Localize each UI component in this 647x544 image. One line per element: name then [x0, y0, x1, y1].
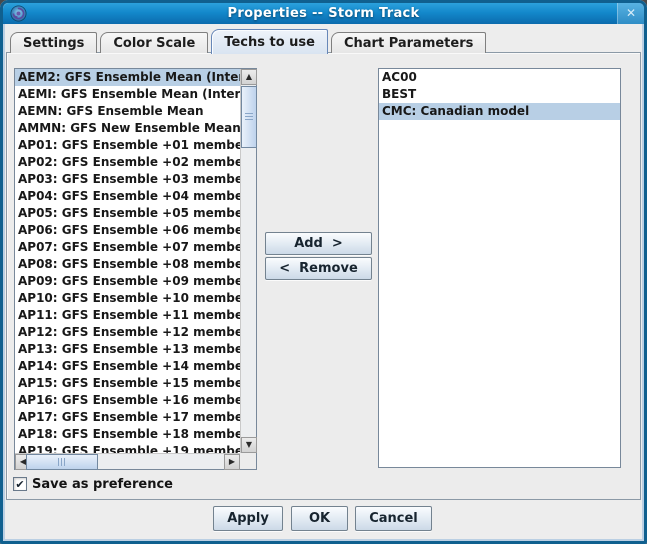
thumb-grip — [58, 458, 66, 466]
tab-chart-parameters[interactable]: Chart Parameters — [331, 32, 486, 53]
ok-button[interactable]: OK — [291, 506, 348, 531]
dont-use-list[interactable]: AEM2: GFS Ensemble Mean (InterpolAEMI: G… — [14, 68, 257, 470]
list-item[interactable]: AP09: GFS Ensemble +09 member — [15, 273, 240, 290]
close-icon[interactable]: ✕ — [617, 3, 644, 24]
remove-button[interactable]: < Remove — [265, 257, 372, 280]
scroll-down-icon[interactable]: ▼ — [241, 437, 257, 453]
vertical-scrollbar[interactable]: ▲ ▼ — [240, 69, 256, 453]
list-item[interactable]: AP01: GFS Ensemble +01 member — [15, 137, 240, 154]
properties-dialog: Properties -- Storm Track ✕ SettingsColo… — [0, 0, 647, 544]
tab-settings[interactable]: Settings — [10, 32, 97, 53]
save-preference-label: Save as preference — [32, 477, 173, 492]
list-item[interactable]: AP03: GFS Ensemble +03 member — [15, 171, 240, 188]
list-item[interactable]: AP06: GFS Ensemble +06 member — [15, 222, 240, 239]
dont-use-list-viewport: AEM2: GFS Ensemble Mean (InterpolAEMI: G… — [15, 69, 240, 453]
check-icon: ✔ — [15, 478, 24, 491]
list-item[interactable]: CMC: Canadian model — [379, 103, 620, 120]
list-item[interactable]: AP18: GFS Ensemble +18 member — [15, 426, 240, 443]
cancel-button[interactable]: Cancel — [355, 506, 432, 531]
list-item[interactable]: AEMN: GFS Ensemble Mean — [15, 103, 240, 120]
list-item[interactable]: AP04: GFS Ensemble +04 member — [15, 188, 240, 205]
list-item[interactable]: AP10: GFS Ensemble +10 member — [15, 290, 240, 307]
horizontal-scrollbar[interactable]: ◀ ▶ — [15, 453, 240, 469]
list-item[interactable]: AC00 — [379, 69, 620, 86]
list-item[interactable]: AP13: GFS Ensemble +13 member — [15, 341, 240, 358]
tab-bar: SettingsColor ScaleTechs to useChart Par… — [10, 28, 489, 53]
list-item[interactable]: AP07: GFS Ensemble +07 member — [15, 239, 240, 256]
title-bar[interactable]: Properties -- Storm Track ✕ — [3, 3, 644, 24]
scroll-right-icon[interactable]: ▶ — [224, 454, 240, 470]
list-item[interactable]: AP12: GFS Ensemble +12 member — [15, 324, 240, 341]
list-item[interactable]: AP14: GFS Ensemble +14 member — [15, 358, 240, 375]
save-preference-checkbox[interactable]: ✔ — [13, 477, 27, 491]
vertical-scrollbar-thumb[interactable] — [241, 86, 257, 148]
list-item[interactable]: BEST — [379, 86, 620, 103]
thumb-grip — [245, 113, 253, 121]
list-item[interactable]: AP15: GFS Ensemble +15 member — [15, 375, 240, 392]
list-item[interactable]: AP19: GFS Ensemble +19 member — [15, 443, 240, 453]
horizontal-scrollbar-thumb[interactable] — [26, 454, 98, 470]
use-list[interactable]: AC00BESTCMC: Canadian model — [378, 68, 621, 468]
apply-button[interactable]: Apply — [213, 506, 283, 531]
list-item[interactable]: AEM2: GFS Ensemble Mean (Interpol — [15, 69, 240, 86]
list-item[interactable]: AEMI: GFS Ensemble Mean (Interpola — [15, 86, 240, 103]
list-item[interactable]: AP11: GFS Ensemble +11 member — [15, 307, 240, 324]
list-item[interactable]: AP02: GFS Ensemble +02 member — [15, 154, 240, 171]
add-button[interactable]: Add > — [265, 232, 372, 255]
list-item[interactable]: AMMN: GFS New Ensemble Mean — [15, 120, 240, 137]
scrollbar-corner — [240, 453, 256, 469]
save-preference-row: ✔ Save as preference — [13, 476, 173, 492]
list-item[interactable]: AP05: GFS Ensemble +05 member — [15, 205, 240, 222]
list-item[interactable]: AP08: GFS Ensemble +08 member — [15, 256, 240, 273]
tab-techs-to-use[interactable]: Techs to use — [211, 29, 328, 54]
list-item[interactable]: AP16: GFS Ensemble +16 member — [15, 392, 240, 409]
scroll-up-icon[interactable]: ▲ — [241, 69, 257, 85]
list-item[interactable]: AP17: GFS Ensemble +17 member — [15, 409, 240, 426]
use-list-viewport: AC00BESTCMC: Canadian model — [379, 69, 620, 467]
tab-color-scale[interactable]: Color Scale — [100, 32, 208, 53]
window-title: Properties -- Storm Track — [3, 6, 644, 21]
